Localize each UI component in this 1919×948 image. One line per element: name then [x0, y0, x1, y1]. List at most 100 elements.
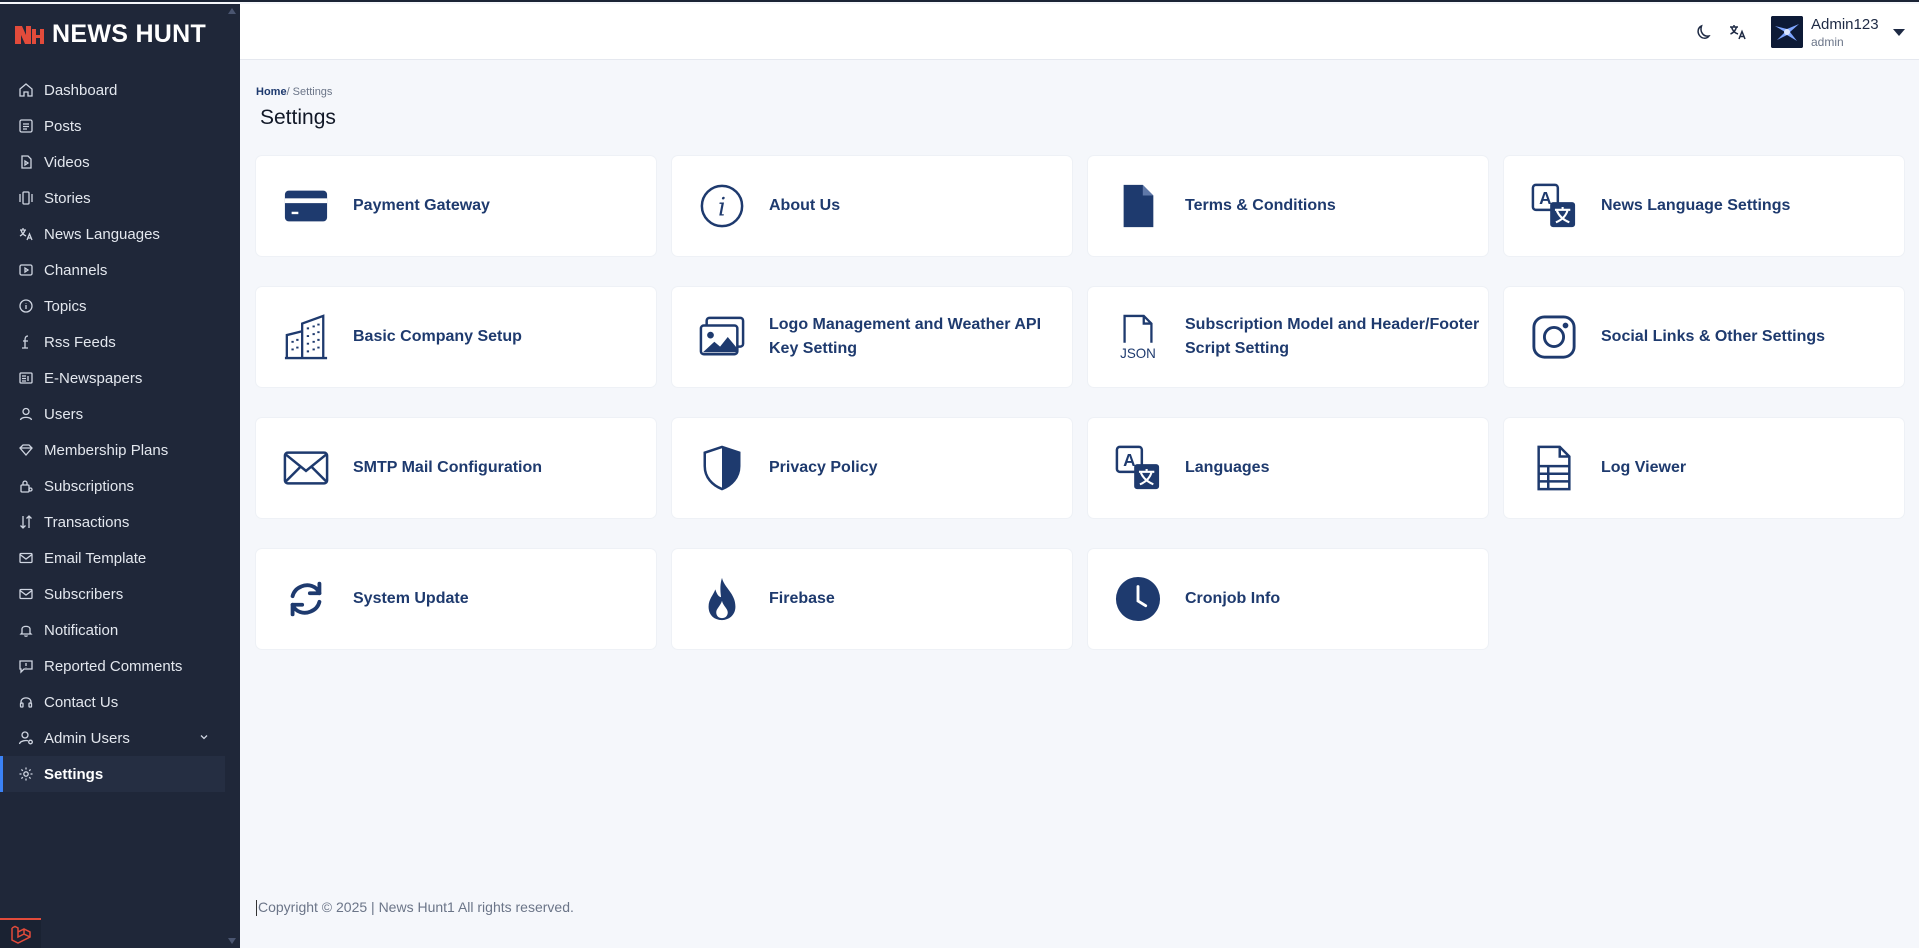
chevron-down-icon[interactable]: [198, 731, 210, 743]
settings-card-smtp-mail-configuration[interactable]: SMTP Mail Configuration: [256, 418, 656, 518]
sidebar-item-subscriptions[interactable]: Subscriptions: [0, 468, 240, 504]
settings-card-label: Terms & Conditions: [1185, 197, 1336, 214]
sidebar-item-label: Reported Comments: [44, 657, 183, 675]
sidebar-item-users[interactable]: Users: [0, 396, 240, 432]
svg-text:JSON: JSON: [1120, 346, 1156, 360]
user-icon: [18, 406, 34, 422]
sidebar-item-label: Contact Us: [44, 693, 119, 711]
settings-card-label: SMTP Mail Configuration: [353, 459, 543, 476]
sidebar-item-label: Channels: [44, 261, 108, 279]
user-menu-caret-icon[interactable]: [1893, 29, 1905, 36]
sync-icon: [282, 575, 330, 623]
json-file-icon: JSON: [1114, 313, 1162, 361]
bell-icon: [18, 622, 34, 638]
app-root: NEWS HUNT Dashboard Posts Videos Stories…: [0, 0, 1919, 948]
settings-card-label: Basic Company Setup: [353, 328, 522, 345]
settings-card-privacy-policy[interactable]: Privacy Policy: [672, 418, 1072, 518]
settings-card-label: Social Links & Other Settings: [1601, 328, 1826, 345]
sidebar-scroll-down[interactable]: [228, 938, 236, 944]
headset-icon: [18, 694, 34, 710]
brand-logo[interactable]: NEWS HUNT: [0, 4, 240, 64]
sidebar-item-membership-plans[interactable]: Membership Plans: [0, 432, 240, 468]
translate-icon: A: [1530, 182, 1578, 230]
avatar[interactable]: [1771, 16, 1803, 48]
rss-icon: [18, 334, 34, 350]
sidebar-item-channels[interactable]: Channels: [0, 252, 240, 288]
sidebar-item-label: News Languages: [44, 225, 160, 243]
breadcrumb-home-link[interactable]: Home: [256, 86, 287, 98]
sidebar-item-label: Settings: [44, 765, 104, 783]
sidebar-item-transactions[interactable]: Transactions: [0, 504, 240, 540]
brand-name: NEWS HUNT: [52, 19, 207, 48]
file-list-icon: [1530, 444, 1578, 492]
sidebar-item-subscribers[interactable]: Subscribers: [0, 576, 240, 612]
sidebar-item-label: Notification: [44, 621, 119, 639]
settings-card-about-us[interactable]: i About Us: [672, 156, 1072, 256]
sidebar-item-label: Transactions: [44, 513, 130, 531]
settings-card-log-viewer[interactable]: Log Viewer: [1504, 418, 1904, 518]
sidebar-item-label: Users: [44, 405, 84, 423]
info-circle-icon: i: [698, 182, 746, 230]
breadcrumb-current: Settings: [289, 86, 333, 98]
avatar-image-icon: [1771, 16, 1803, 48]
settings-card-news-language-settings[interactable]: A News Language Settings: [1504, 156, 1904, 256]
settings-card-terms-conditions[interactable]: Terms & Conditions: [1088, 156, 1488, 256]
building-icon: [282, 313, 330, 361]
sidebar-item-posts[interactable]: Posts: [0, 108, 240, 144]
sidebar-item-label: Rss Feeds: [44, 333, 116, 351]
text-cursor: [256, 900, 257, 917]
fire-icon: [698, 575, 746, 623]
sidebar-scroll-up[interactable]: [228, 8, 236, 14]
sidebar-item-videos[interactable]: Videos: [0, 144, 240, 180]
top-header: Admin123 admin: [240, 4, 1919, 60]
sidebar-item-admin-users[interactable]: Admin Users: [0, 720, 240, 756]
mail-icon: [18, 550, 34, 566]
sidebar-item-e-newspapers[interactable]: E-Newspapers: [0, 360, 240, 396]
info-circle-icon: [18, 298, 34, 314]
file-icon: [1114, 182, 1162, 230]
sidebar-item-label: Dashboard: [44, 81, 118, 99]
sidebar-item-contact-us[interactable]: Contact Us: [0, 684, 240, 720]
sidebar-item-reported-comments[interactable]: Reported Comments: [0, 648, 240, 684]
sidebar-item-settings[interactable]: Settings: [0, 756, 225, 792]
svg-text:A: A: [1123, 450, 1135, 470]
user-gear-icon: [18, 730, 34, 746]
sort-arrows-icon: [18, 514, 34, 530]
translate-icon: A: [1114, 444, 1162, 492]
sidebar-item-news-languages[interactable]: News Languages: [0, 216, 240, 252]
diamond-icon: [18, 442, 34, 458]
settings-card-label: Privacy Policy: [769, 459, 878, 476]
sidebar-item-stories[interactable]: Stories: [0, 180, 240, 216]
svg-text:i: i: [718, 193, 726, 222]
language-translate-icon[interactable]: [1728, 22, 1748, 42]
footer: Copyright © 2025 | News Hunt1 All rights…: [256, 899, 574, 917]
sidebar-item-topics[interactable]: Topics: [0, 288, 240, 324]
settings-card-subscription-model-scripts[interactable]: JSON Subscription Model and Header/Foote…: [1088, 287, 1488, 387]
settings-card-social-links-other-settings[interactable]: Social Links & Other Settings: [1504, 287, 1904, 387]
settings-card-label: Payment Gateway: [353, 197, 490, 214]
settings-card-label: Logo Management and Weather API Key Sett…: [769, 316, 1042, 357]
laravel-debugbar-button[interactable]: [0, 918, 41, 948]
settings-card-cronjob-info[interactable]: Cronjob Info: [1088, 549, 1488, 649]
settings-card-label: About Us: [769, 197, 841, 214]
sidebar-item-rss-feeds[interactable]: Rss Feeds: [0, 324, 240, 360]
sidebar-item-label: Posts: [44, 117, 82, 135]
settings-card-firebase[interactable]: Firebase: [672, 549, 1072, 649]
settings-card-label: System Update: [353, 590, 469, 607]
news-hunt-logo-icon: [15, 26, 44, 44]
images-icon: [698, 313, 746, 361]
settings-card-languages[interactable]: A Languages: [1088, 418, 1488, 518]
settings-card-label: Firebase: [769, 590, 835, 607]
stories-icon: [18, 190, 34, 206]
sidebar-item-dashboard[interactable]: Dashboard: [0, 72, 240, 108]
user-name[interactable]: Admin123: [1811, 16, 1879, 33]
settings-card-payment-gateway[interactable]: Payment Gateway: [256, 156, 656, 256]
settings-card-basic-company-setup[interactable]: Basic Company Setup: [256, 287, 656, 387]
settings-card-label: Log Viewer: [1601, 459, 1687, 476]
sidebar-item-notification[interactable]: Notification: [0, 612, 240, 648]
settings-card-logo-management-weather-api[interactable]: Logo Management and Weather API Key Sett…: [672, 287, 1072, 387]
dark-mode-moon-icon[interactable]: [1695, 22, 1715, 42]
sidebar-item-email-template[interactable]: Email Template: [0, 540, 240, 576]
sidebar-nav: Dashboard Posts Videos Stories News Lang…: [0, 72, 240, 792]
settings-card-system-update[interactable]: System Update: [256, 549, 656, 649]
